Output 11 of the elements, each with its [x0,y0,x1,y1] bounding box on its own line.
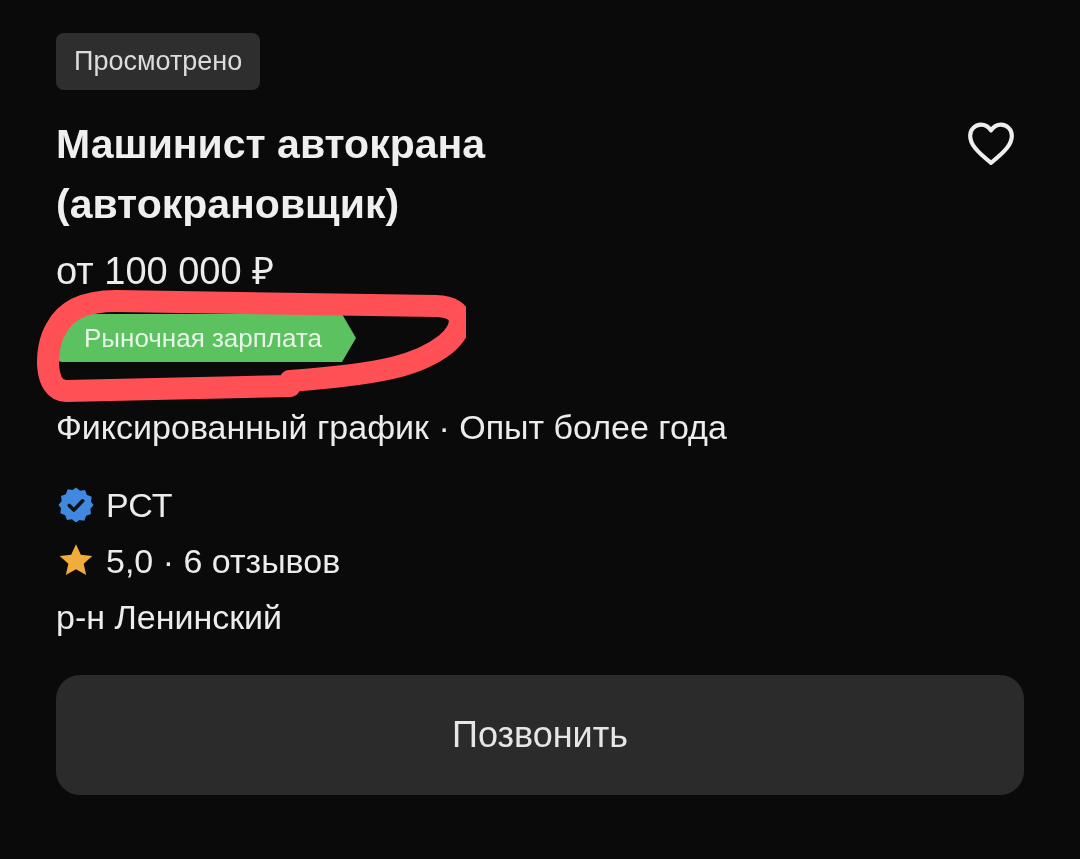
company-name: РСТ [106,485,173,526]
district: р-н Ленинский [56,597,283,638]
rating: 5,0 · 6 отзывов [106,541,341,582]
favorite-button[interactable] [966,120,1016,166]
salary: от 100 000 ₽ [56,249,276,294]
salary-badge: Рыночная зарплата [56,314,356,362]
job-conditions: Фиксированный график · Опыт более года [56,407,727,448]
viewed-tag: Просмотрено [56,33,261,90]
job-title: Машинист автокрана (автокрановщик) [56,120,487,229]
call-button[interactable]: Позвонить [56,675,1024,795]
heart-icon [966,120,1016,166]
